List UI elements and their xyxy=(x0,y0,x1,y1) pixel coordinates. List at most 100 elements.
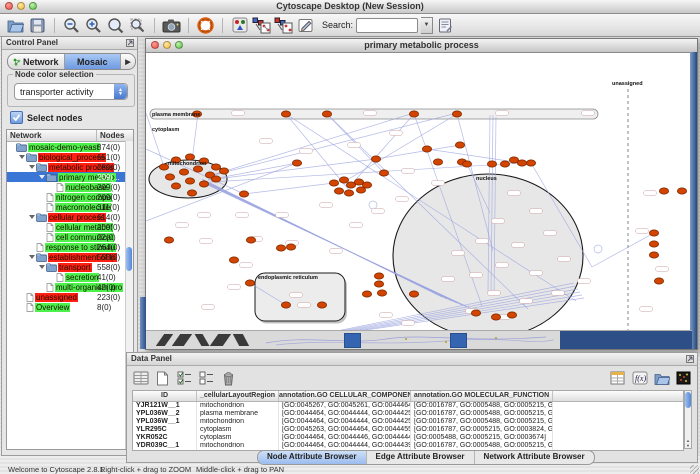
table-cell[interactable] xyxy=(553,442,683,450)
tab-mosaic[interactable]: Mosaic xyxy=(65,54,122,69)
select-all-attributes-icon[interactable] xyxy=(175,369,194,388)
table-cell[interactable]: [GO:0045263, GO:0044464, GO:0044455, G..… xyxy=(279,426,411,434)
tree-item-label[interactable]: Overview xyxy=(35,303,70,312)
resize-grip[interactable] xyxy=(690,465,699,474)
expand-arrow-icon[interactable] xyxy=(39,175,45,179)
table-cell[interactable]: [GO:0044464, GO:0044444, GO:0044425, G..… xyxy=(279,418,411,426)
tree-col-nodes[interactable]: Nodes xyxy=(97,130,133,141)
tree-row[interactable]: secretion41(0) xyxy=(7,272,133,282)
matrix-view-icon[interactable] xyxy=(674,369,693,388)
table-cell[interactable]: [GO:0016787, GO:0005488, GO:0005215, G..… xyxy=(411,418,553,426)
table-row[interactable]: YKR052Ccytoplasm[GO:0044464, GO:0044446,… xyxy=(133,434,683,442)
help-icon[interactable] xyxy=(196,16,215,35)
select-nodes-checkbox[interactable] xyxy=(10,111,23,124)
table-column-header[interactable]: _cellularLayoutRegion xyxy=(197,391,279,401)
tree-row[interactable]: response to stimulu264(0) xyxy=(7,242,133,252)
app-titlebar[interactable]: Cytoscape Desktop (New Session) xyxy=(0,0,700,14)
table-cell[interactable]: [GO:0016787, GO:0005488, GO:0005215, G..… xyxy=(411,442,553,450)
annotation-icon[interactable] xyxy=(296,16,315,35)
unselect-all-attributes-icon[interactable] xyxy=(197,369,216,388)
table-row[interactable]: YDR039C__1mitochondrion[GO:0044464, GO:0… xyxy=(133,442,683,450)
table-cell[interactable]: [GO:0016787, GO:0005488, GO:0005215, G..… xyxy=(411,410,553,418)
tree-row[interactable]: primary metabo209(... xyxy=(7,172,133,182)
tree-row[interactable]: multi-organism pro42(0) xyxy=(7,282,133,292)
table-cell[interactable]: [GO:0005488, GO:0005215, GO:0003674] xyxy=(411,434,553,442)
save-session-icon[interactable] xyxy=(28,16,47,35)
function-builder-icon[interactable]: f(x) xyxy=(630,369,649,388)
table-cell[interactable]: [GO:0045267, GO:0045261, GO:0044464, G..… xyxy=(279,402,411,410)
table-row[interactable]: YPL036W__1mitochondrion[GO:0044464, GO:0… xyxy=(133,418,683,426)
attribute-select-icon[interactable] xyxy=(131,369,150,388)
open-file-icon[interactable] xyxy=(6,16,25,35)
table-cell[interactable]: YKR052C xyxy=(133,434,197,442)
search-dropdown-arrow[interactable]: ▼ xyxy=(421,17,433,34)
table-cell[interactable] xyxy=(553,434,683,442)
search-options-icon[interactable] xyxy=(436,16,455,35)
tree-row[interactable]: cellular process614(0) xyxy=(7,212,133,222)
tree-row[interactable]: unassigned223(0) xyxy=(7,292,133,302)
table-scrollbar-thumb[interactable] xyxy=(685,392,691,408)
delete-attribute-icon[interactable] xyxy=(219,369,238,388)
tree-item-label[interactable]: unassigned xyxy=(35,293,78,302)
tree-row[interactable]: biological_process651(0) xyxy=(7,152,133,162)
table-cell[interactable]: [GO:0016787, GO:0005488, GO:0005215, G..… xyxy=(411,402,553,410)
tree-row[interactable]: metabolic process280(0) xyxy=(7,162,133,172)
tree-scrollbar-thumb[interactable] xyxy=(126,247,132,271)
table-row[interactable]: YPL036W__2plasma membrane[GO:0044464, GO… xyxy=(133,410,683,418)
table-scrollbar-arrows[interactable]: ▲▼ xyxy=(685,438,691,448)
table-scrollbar[interactable]: ▲▼ xyxy=(684,390,692,449)
zoom-in-icon[interactable] xyxy=(84,16,103,35)
table-cell[interactable]: YLR295C xyxy=(133,426,197,434)
float-panel-icon[interactable] xyxy=(686,355,694,363)
zoom-out-icon[interactable] xyxy=(62,16,81,35)
table-cell[interactable]: YDR039C__1 xyxy=(133,442,197,450)
table-cell[interactable]: mitochondrion xyxy=(197,442,279,450)
network-view-window[interactable]: primary metabolic process plasma membran… xyxy=(145,38,698,350)
attribute-batch-editor-icon[interactable] xyxy=(608,369,627,388)
float-panel-icon[interactable] xyxy=(126,39,134,47)
create-attribute-icon[interactable] xyxy=(153,369,172,388)
tree-row[interactable]: transport558(0) xyxy=(7,262,133,272)
tree-item-label[interactable]: transport xyxy=(58,263,92,272)
tree-row[interactable]: nucleobase-209(0) xyxy=(7,182,133,192)
expand-arrow-icon[interactable] xyxy=(39,265,45,269)
table-column-header[interactable]: ID xyxy=(133,391,197,401)
vizmapper-icon[interactable] xyxy=(230,16,249,35)
tree-row[interactable]: cell communicat22(0) xyxy=(7,232,133,242)
table-cell[interactable]: cytoplasm xyxy=(197,434,279,442)
network-window-titlebar[interactable]: primary metabolic process xyxy=(146,39,697,53)
expand-arrow-icon[interactable] xyxy=(19,155,25,159)
table-cell[interactable]: [GO:0044464, GO:0044446, GO:0044444, G..… xyxy=(279,434,411,442)
table-row[interactable]: YLR295Ccytoplasm[GO:0045263, GO:0044464,… xyxy=(133,426,683,434)
tabs-overflow-arrow[interactable]: ▶ xyxy=(121,54,135,69)
tab-network[interactable]: Network xyxy=(8,54,65,69)
tree-row[interactable]: Overview8(0) xyxy=(7,302,133,312)
table-column-header[interactable]: annotation.GO MOLECULAR_FUNCTION xyxy=(411,391,553,401)
expand-arrow-icon[interactable] xyxy=(29,165,35,169)
table-cell[interactable] xyxy=(553,402,683,410)
network-graph[interactable]: plasma membranecytoplasmmitochondrionnuc… xyxy=(146,53,690,332)
create-network-from-selected-selected-edges-icon[interactable] xyxy=(274,16,293,35)
network-canvas[interactable]: plasma membranecytoplasmmitochondrionnuc… xyxy=(146,53,690,332)
table-column-header[interactable]: annotation.GO CELLULAR_COMPONENT xyxy=(279,391,411,401)
table-cell[interactable]: cytoplasm xyxy=(197,426,279,434)
table-column-header[interactable] xyxy=(553,391,683,401)
tree-item-label[interactable]: secretion xyxy=(65,273,99,282)
tree-row[interactable]: nitrogen compo209(0) xyxy=(7,192,133,202)
table-cell[interactable]: [GO:0016787, GO:0005215, GO:0003824, G..… xyxy=(411,426,553,434)
tree-row[interactable]: cellular metabol209(0) xyxy=(7,222,133,232)
tree-col-network[interactable]: Network xyxy=(7,130,97,141)
table-cell[interactable]: YPL036W__1 xyxy=(133,418,197,426)
table-row[interactable]: YJR121W__1mitochondrion[GO:0045267, GO:0… xyxy=(133,402,683,410)
snapshot-icon[interactable] xyxy=(162,16,181,35)
zoom-selected-icon[interactable] xyxy=(128,16,147,35)
tree-item-label[interactable]: mosaic-demo-yeast xyxy=(28,143,100,152)
table-cell[interactable]: [GO:0044464, GO:0044444, GO:0044425, G..… xyxy=(279,410,411,418)
table-cell[interactable]: [GO:0044464, GO:0044444, GO:0044439, G..… xyxy=(279,442,411,450)
node-color-attribute-select[interactable]: transporter activity ▲▼ xyxy=(14,83,128,100)
table-cell[interactable]: YPL036W__2 xyxy=(133,410,197,418)
table-cell[interactable] xyxy=(553,410,683,418)
expand-arrow-icon[interactable] xyxy=(29,255,35,259)
table-cell[interactable]: plasma membrane xyxy=(197,410,279,418)
create-network-from-selected-all-edges-icon[interactable] xyxy=(252,16,271,35)
